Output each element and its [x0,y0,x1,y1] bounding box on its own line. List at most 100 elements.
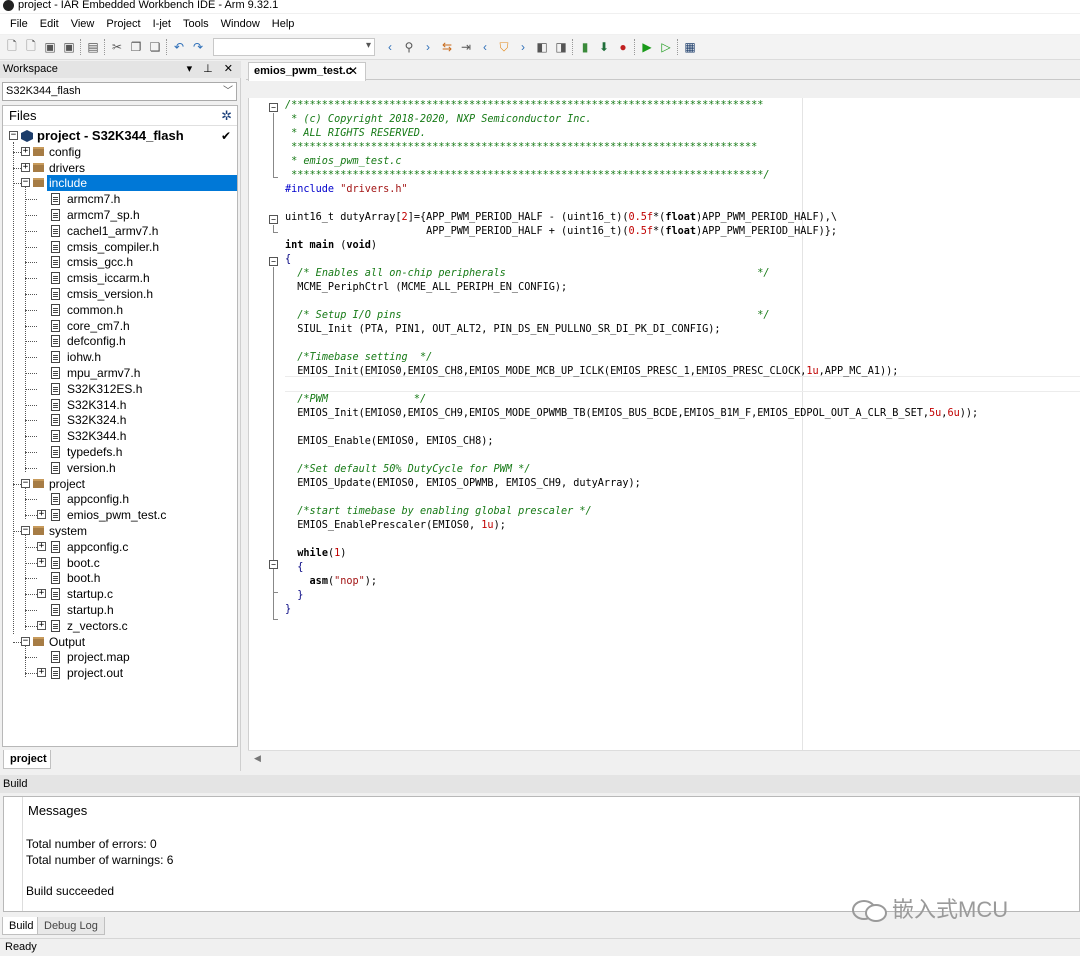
menu-help[interactable]: Help [266,18,301,30]
build-result-line[interactable]: Build succeeded [26,884,114,898]
close-icon[interactable]: ✕ [348,63,358,80]
tree-file-item[interactable]: mpu_armv7.h [3,365,237,381]
menu-file[interactable]: File [4,18,34,30]
navigate-back-icon[interactable]: ‹ [477,39,493,55]
tree-file-item[interactable]: armcm7_sp.h [3,207,237,223]
collapse-icon[interactable]: − [9,131,18,140]
tree-file-item[interactable]: + emios_pwm_test.c [3,507,237,523]
new-workspace-icon[interactable]: 🗋 [23,39,39,55]
menu-project[interactable]: Project [100,18,146,30]
workspace-tab-project[interactable]: project [3,750,51,769]
save-all-icon[interactable]: ▣ [61,39,77,55]
tree-file-item[interactable]: cmsis_gcc.h [3,254,237,270]
tree-folder-item[interactable]: − Output [3,634,237,650]
undo-icon[interactable]: ↶ [171,39,187,55]
tree-file-item[interactable]: project.map [3,649,237,665]
tree-folder-item[interactable]: − project [3,476,237,492]
tree-project-item[interactable]: − project - S32K344_flash ✔ [3,128,237,144]
tree-file-item[interactable]: startup.h [3,602,237,618]
menu-window[interactable]: Window [215,18,266,30]
tab-build[interactable]: Build [2,917,41,935]
paste-icon[interactable]: ❏ [147,39,163,55]
tree-file-item[interactable]: cachel1_armv7.h [3,223,237,239]
collapse-icon[interactable]: − [21,478,30,488]
tree-file-item[interactable]: + z_vectors.c [3,618,237,634]
collapse-icon[interactable]: − [21,636,30,646]
code-area[interactable]: − − − − /*******************************… [248,98,1080,750]
find-combo[interactable] [213,38,375,56]
tree-folder-item[interactable]: − include [3,175,237,192]
tree-file-item[interactable]: defconfig.h [3,333,237,349]
menu-ijet[interactable]: I-jet [147,18,177,30]
expand-icon[interactable]: + [37,510,46,520]
redo-icon[interactable]: ↷ [190,39,206,55]
bookmark-icon[interactable]: ⛉ [496,39,512,55]
tree-file-item[interactable]: cmsis_iccarm.h [3,270,237,286]
tree-file-item[interactable]: S32K312ES.h [3,381,237,397]
fold-toggle-icon[interactable]: − [269,560,278,569]
tree-file-item[interactable]: appconfig.h [3,491,237,507]
copy-icon[interactable]: ❐ [128,39,144,55]
fold-toggle-icon[interactable]: − [269,103,278,112]
new-file-icon[interactable]: 🗋 [4,39,20,55]
tree-file-item[interactable]: boot.h [3,570,237,586]
tree-file-item[interactable]: armcm7.h [3,191,237,207]
cut-icon[interactable]: ✂ [109,39,125,55]
save-icon[interactable]: ▣ [42,39,58,55]
tree-file-item[interactable]: S32K314.h [3,397,237,413]
chevron-down-icon[interactable]: ﹀ [223,83,233,100]
fold-toggle-icon[interactable]: − [269,257,278,266]
tree-file-item[interactable]: + project.out [3,665,237,681]
tree-file-item[interactable]: iohw.h [3,349,237,365]
breakpoint-icon[interactable]: ● [615,39,631,55]
tree-folder-item[interactable]: + config [3,144,237,160]
find-icon[interactable]: ⚲ [401,39,417,55]
tree-file-item[interactable]: + startup.c [3,586,237,602]
tree-file-item[interactable]: S32K324.h [3,412,237,428]
gear-icon[interactable]: ✲ [221,106,232,126]
prev-bookmark-icon[interactable]: ◧ [534,39,550,55]
find-next-icon[interactable]: › [420,39,436,55]
menu-tools[interactable]: Tools [177,18,215,30]
tree-file-item[interactable]: cmsis_compiler.h [3,239,237,255]
tree-folder-item[interactable]: + drivers [3,160,237,176]
download-icon[interactable]: ⬇ [596,39,612,55]
configuration-select[interactable]: S32K344_flash ﹀ [2,82,237,101]
tree-file-item[interactable]: typedefs.h [3,444,237,460]
print-icon[interactable]: ▤ [85,39,101,55]
expand-icon[interactable]: + [37,557,46,567]
navigate-forward-icon[interactable]: › [515,39,531,55]
build-warnings-line[interactable]: Total number of warnings: 6 [26,853,173,867]
scroll-left-icon[interactable]: ◀ [254,753,261,764]
tree-file-item[interactable]: + boot.c [3,555,237,571]
menu-view[interactable]: View [65,18,101,30]
pane-controls[interactable]: ▾ ⊥ ✕ [187,61,237,78]
compile-icon[interactable]: ▮ [577,39,593,55]
make-icon[interactable]: ▦ [682,39,698,55]
go-to-line-icon[interactable]: ⇥ [458,39,474,55]
tree-file-item[interactable]: core_cm7.h [3,318,237,334]
expand-icon[interactable]: + [21,146,30,156]
tree-file-item[interactable]: common.h [3,302,237,318]
build-errors-line[interactable]: Total number of errors: 0 [26,837,157,851]
fold-toggle-icon[interactable]: − [269,215,278,224]
collapse-icon[interactable]: − [21,178,30,188]
debug-without-download-icon[interactable]: ▷ [658,39,674,55]
download-and-debug-icon[interactable]: ▶ [639,39,655,55]
find-previous-icon[interactable]: ‹ [382,39,398,55]
expand-icon[interactable]: + [37,620,46,630]
collapse-icon[interactable]: − [21,526,30,535]
horizontal-scrollbar[interactable]: ◀ [248,750,1080,767]
tree-file-item[interactable]: + appconfig.c [3,539,237,555]
editor-tab[interactable]: emios_pwm_test.c ✕ [248,62,366,81]
expand-icon[interactable]: + [37,589,46,599]
expand-icon[interactable]: + [21,162,30,172]
tab-debug-log[interactable]: Debug Log [37,917,105,935]
expand-icon[interactable]: + [37,541,46,551]
tree-file-item[interactable]: cmsis_version.h [3,286,237,302]
tree-file-item[interactable]: S32K344.h [3,428,237,444]
expand-icon[interactable]: + [37,668,46,678]
tree-file-item[interactable]: version.h [3,460,237,476]
replace-icon[interactable]: ⇆ [439,39,455,55]
tree-folder-item[interactable]: − system [3,523,237,539]
